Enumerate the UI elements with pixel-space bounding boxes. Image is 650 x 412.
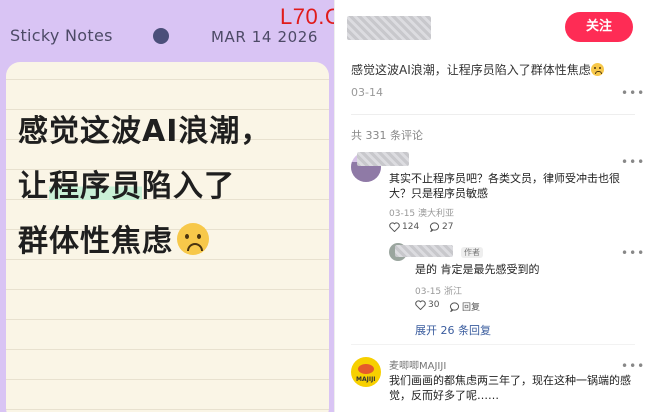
divider xyxy=(351,344,635,345)
note-image: Sticky Notes MAR 14 2026 感觉这波AI浪潮， 让程序员陷… xyxy=(0,0,334,412)
like-button[interactable]: 30 xyxy=(415,300,439,310)
note-text: 感觉这波AI浪潮， 让程序员陷入了 群体性焦虑 xyxy=(18,104,318,269)
expand-replies-link[interactable]: 展开 26 条回复 xyxy=(415,322,491,338)
comment-more-icon[interactable]: ••• xyxy=(621,359,645,373)
comment-avatar[interactable]: MAJIJI xyxy=(351,357,381,387)
comment-author-blurred[interactable] xyxy=(357,152,409,166)
comment-author[interactable]: 麦唧唧MAJIJI xyxy=(389,357,446,372)
note-highlight: 程序员 xyxy=(49,169,142,204)
note-line-2: 让程序员陷入了 xyxy=(18,159,318,214)
reply-count: 27 xyxy=(442,222,454,232)
heart-icon xyxy=(415,300,426,310)
comment-bubble-icon xyxy=(429,222,440,232)
note-line-3-text: 群体性焦虑 xyxy=(18,224,173,259)
note-line-3: 群体性焦虑 xyxy=(18,214,318,269)
reply-text: 是的 肯定是最先感受到的 xyxy=(415,263,540,276)
post-more-icon[interactable]: ••• xyxy=(621,86,645,100)
like-count: 30 xyxy=(428,300,440,310)
author-avatar-blurred[interactable] xyxy=(347,16,431,40)
note-line-2-start: 让 xyxy=(18,169,49,204)
post-caption: 感觉这波AI浪潮，让程序员陷入了群体性焦虑 xyxy=(351,61,604,78)
author-badge: 作者 xyxy=(461,247,483,258)
comment-more-icon[interactable]: ••• xyxy=(621,155,645,169)
comment-text: 其实不止程序员吧？各类文员，律师受冲击也很大？只是程序员敏感 xyxy=(389,172,620,200)
divider xyxy=(351,114,635,115)
comment-text: 我们画画的都焦虑两三年了，现在这种一锅端的感觉，反而好多了呢…… xyxy=(389,374,631,402)
comment-meta: 03-15 澳大利亚 xyxy=(389,209,455,219)
comment-bubble-icon xyxy=(449,301,460,312)
reply-button[interactable]: 27 xyxy=(429,222,453,232)
reply-author-blurred[interactable] xyxy=(395,245,453,257)
post-caption-text: 感觉这波AI浪潮，让程序员陷入了群体性焦虑 xyxy=(351,63,591,77)
worried-face-icon xyxy=(177,223,209,255)
like-count: 124 xyxy=(402,222,420,232)
heart-icon xyxy=(389,222,400,232)
post-date: 03-14 xyxy=(351,86,383,99)
avatar-logo-text: MAJIJI xyxy=(356,376,376,383)
note-line-2-end: 陷入了 xyxy=(142,169,235,204)
like-button[interactable]: 124 xyxy=(389,222,419,232)
reply-button[interactable]: 回复 xyxy=(449,300,480,313)
reply-more-icon[interactable]: ••• xyxy=(621,246,645,260)
note-dot-icon xyxy=(153,28,169,44)
follow-button[interactable]: 关注 xyxy=(565,12,633,42)
reply-label: 回复 xyxy=(462,303,481,313)
comment-panel: 关注 感觉这波AI浪潮，让程序员陷入了群体性焦虑 03-14 ••• 共 331… xyxy=(334,0,650,412)
note-date: MAR 14 2026 xyxy=(211,28,319,46)
comment-count: 共 331 条评论 xyxy=(351,129,423,142)
note-line-1: 感觉这波AI浪潮， xyxy=(18,114,272,149)
note-app-name: Sticky Notes xyxy=(10,26,113,45)
reply-meta: 03-15 浙江 xyxy=(415,287,463,297)
worried-face-icon xyxy=(590,63,604,76)
